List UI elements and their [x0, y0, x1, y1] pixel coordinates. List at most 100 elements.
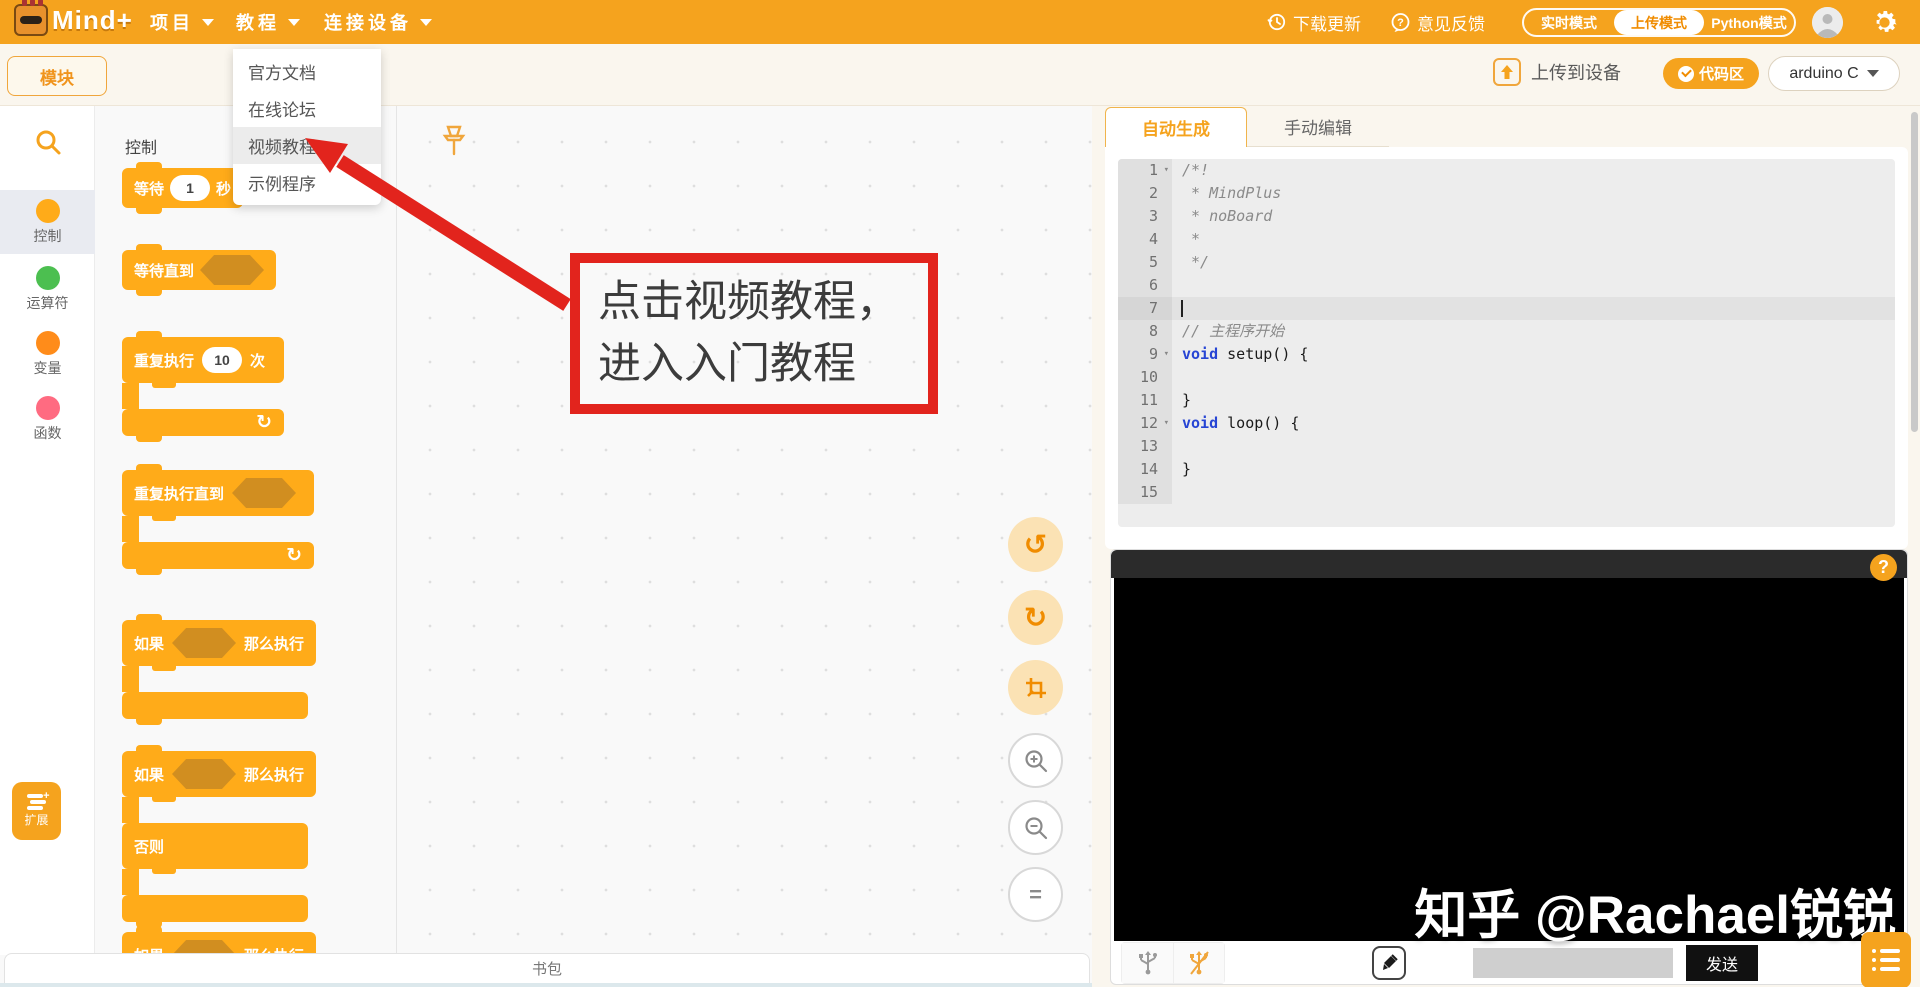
usb-connect-button[interactable] — [1122, 943, 1173, 983]
zoom-out-button[interactable] — [1008, 800, 1063, 855]
upload-to-device-label: 上传到设备 — [1531, 63, 1621, 83]
help-button[interactable]: ? — [1870, 554, 1897, 581]
block-number-input[interactable]: 10 — [202, 347, 243, 373]
palette-blocks: 等待1秒等待直到重复执行10次↻重复执行直到↻如果那么执行如果那么执行否则如果那… — [122, 162, 392, 955]
tab-auto-generate[interactable]: 自动生成 — [1105, 107, 1247, 147]
crop-icon — [1025, 677, 1046, 698]
sidebar-category-1[interactable]: 控制 — [0, 190, 95, 254]
menu-connect-device-label: 连接设备 — [324, 13, 412, 33]
logo-text: Mind+ — [52, 4, 133, 35]
usb-button-group — [1121, 942, 1225, 984]
menu-item-4[interactable]: 示例程序 — [233, 164, 381, 201]
sidebar-category-2[interactable]: 运算符 — [0, 257, 95, 321]
palette-block-4[interactable]: 重复执行直到 ↻ — [122, 464, 392, 575]
reset-zoom-button[interactable]: = — [1008, 867, 1063, 922]
annotation-line2: 进入入门教程 — [598, 340, 856, 388]
usb-icon — [1138, 951, 1157, 975]
block-condition-slot[interactable] — [172, 628, 237, 658]
tab-modules[interactable]: 模块 — [7, 56, 107, 96]
code-panel: 自动生成 手动编辑 1 ▾/*! 2 * MindPlus 3 * noBoard 4 … — [1105, 107, 1908, 549]
code-scrollbar[interactable] — [1911, 112, 1918, 432]
console-output[interactable]: 知乎 @Rachael锐锐 — [1114, 578, 1904, 945]
mode-realtime[interactable]: 实时模式 — [1524, 10, 1614, 35]
code-line-7: 7 — [1118, 297, 1895, 320]
zoom-in-icon — [1024, 749, 1047, 772]
extensions-button[interactable]: + 扩展 — [12, 782, 61, 840]
serial-input-field[interactable] — [1473, 948, 1673, 978]
code-line-14: 14} — [1118, 458, 1895, 481]
block-number-input[interactable]: 1 — [170, 175, 211, 201]
block-label: 重复执行 — [134, 352, 195, 370]
block-label: 重复执行直到 — [134, 485, 225, 503]
block-condition-slot[interactable] — [200, 255, 265, 285]
category-label: 函数 — [33, 424, 62, 441]
usb-disconnect-button[interactable] — [1173, 943, 1224, 983]
sidebar-category-3[interactable]: 变量 — [0, 322, 95, 386]
feedback-label: 意见反馈 — [1417, 14, 1485, 34]
backpack-bar[interactable]: 书包 — [4, 953, 1090, 983]
zoom-in-button[interactable] — [1008, 733, 1063, 788]
annotation-box: 点击视频教程， 进入入门教程 — [570, 253, 938, 414]
redo-button[interactable]: ↻ — [1008, 590, 1063, 645]
check-icon — [1677, 65, 1694, 82]
robot-logo-icon — [14, 0, 48, 36]
code-line-10: 10 — [1118, 366, 1895, 389]
palette-block-7[interactable]: 如果那么执行 — [122, 926, 392, 955]
block-label: 如果 — [134, 635, 165, 653]
chevron-down-icon — [288, 18, 300, 26]
console-header — [1111, 550, 1907, 578]
clear-console-button[interactable] — [1372, 946, 1406, 980]
sidebar-category-4[interactable]: 函数 — [0, 387, 95, 451]
extensions-label: 扩展 — [24, 813, 49, 827]
block-condition-slot[interactable] — [172, 759, 237, 789]
block-else-label: 否则 — [134, 838, 165, 856]
search-icon — [36, 130, 60, 155]
screenshot-crop-button[interactable] — [1008, 660, 1063, 715]
palette-block-2[interactable]: 等待直到 — [122, 244, 392, 296]
code-area-button[interactable]: 代码区 — [1663, 58, 1759, 89]
menu-item-3[interactable]: 视频教程 — [233, 127, 381, 164]
settings-gear-icon[interactable] — [1869, 7, 1900, 38]
board-select-dropdown[interactable]: arduino C — [1768, 56, 1900, 91]
palette-block-3[interactable]: 重复执行 10 次 ↻ — [122, 331, 392, 442]
palette-block-6[interactable]: 如果 那么执行 否则 — [122, 745, 392, 928]
annotation-line1: 点击视频教程， — [598, 278, 899, 326]
bottom-strip — [0, 983, 1092, 987]
category-color-dot — [35, 395, 60, 420]
palette-block-5[interactable]: 如果 那么执行 — [122, 614, 392, 725]
mode-python[interactable]: Python模式 — [1704, 10, 1794, 35]
undo-button[interactable]: ↺ — [1008, 517, 1063, 572]
send-button[interactable]: 发送 — [1686, 945, 1758, 981]
mode-upload[interactable]: 上传模式 — [1614, 10, 1704, 35]
user-avatar[interactable] — [1812, 7, 1843, 38]
menu-item-1[interactable]: 官方文档 — [233, 53, 381, 90]
workspace-canvas[interactable] — [398, 106, 1092, 955]
code-line-12: 12 ▾ void loop() { — [1118, 412, 1895, 435]
download-update-link[interactable]: 下载更新 — [1267, 0, 1361, 44]
menu-connect-device[interactable]: 连接设备 — [324, 0, 432, 44]
search-button[interactable] — [0, 116, 95, 168]
block-condition-slot[interactable] — [232, 478, 297, 508]
menu-item-2[interactable]: 在线论坛 — [233, 90, 381, 127]
extension-blocks-icon: + — [26, 790, 50, 810]
brush-icon — [1383, 954, 1398, 970]
code-line-8: 8// 主程序开始 — [1118, 320, 1895, 343]
upload-to-device-button[interactable]: 上传到设备 — [1493, 58, 1621, 86]
menu-project-label: 项目 — [150, 13, 194, 33]
zoom-out-icon — [1024, 816, 1047, 839]
code-editor-card: 1 ▾/*! 2 * MindPlus 3 * noBoard 4 * 5 */6 7 8//… — [1105, 147, 1908, 549]
feedback-link[interactable]: ? 意见反馈 — [1390, 0, 1485, 44]
serial-console-panel: ? 知乎 @Rachael锐锐 发送 — [1110, 549, 1911, 987]
block-label: 那么执行 — [244, 766, 305, 784]
download-update-label: 下载更新 — [1293, 14, 1361, 34]
palette-category-title: 控制 — [125, 140, 158, 157]
code-editor[interactable]: 1 ▾/*! 2 * MindPlus 3 * noBoard 4 * 5 */6 7 8//… — [1118, 159, 1895, 527]
console-list-button[interactable] — [1861, 932, 1911, 987]
avatar-person-icon — [1812, 7, 1843, 38]
block-label: 等待 — [134, 180, 165, 198]
pin-icon[interactable] — [440, 124, 468, 163]
mindplus-logo[interactable]: Mind+ — [14, 0, 133, 36]
menu-project[interactable]: 项目 — [150, 0, 214, 44]
menu-tutorial[interactable]: 教程 — [236, 0, 300, 44]
tab-manual-edit[interactable]: 手动编辑 — [1247, 107, 1389, 147]
